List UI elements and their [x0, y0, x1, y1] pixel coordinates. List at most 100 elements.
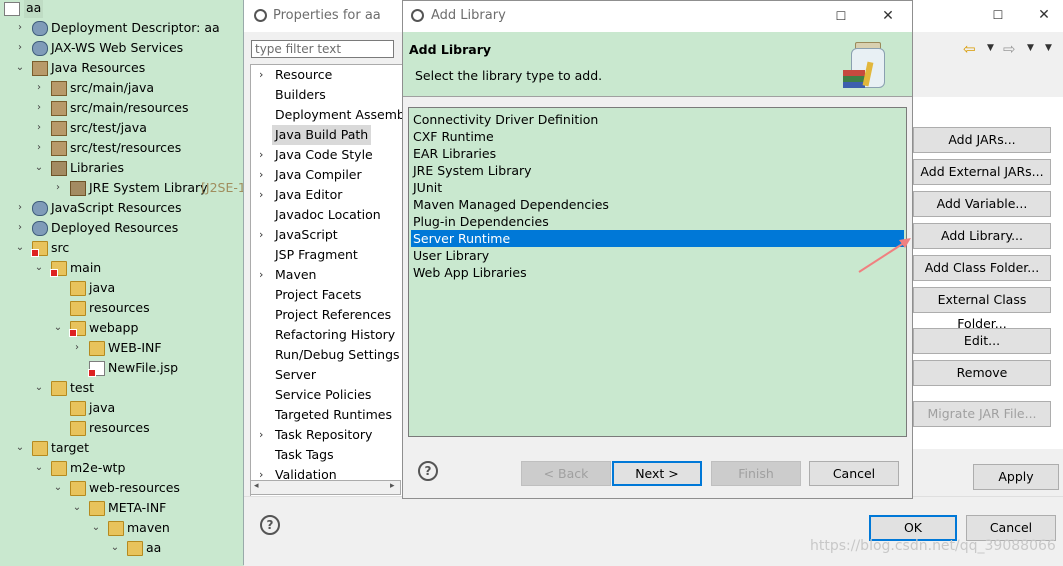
tree-item-label: java — [89, 280, 116, 295]
collapsed-chevron-icon[interactable]: › — [259, 65, 263, 85]
property-page-item[interactable]: Javadoc Location — [251, 205, 402, 225]
library-type-item[interactable]: JUnit — [411, 179, 904, 196]
library-type-item[interactable]: Maven Managed Dependencies — [411, 196, 904, 213]
folder-icon — [69, 321, 86, 337]
collapsed-chevron-icon[interactable]: › — [259, 265, 263, 285]
expanded-chevron-icon[interactable]: ⌄ — [90, 518, 102, 538]
forward-menu-icon[interactable]: ▼ — [1027, 43, 1034, 53]
collapsed-chevron-icon[interactable]: › — [33, 98, 45, 118]
collapsed-chevron-icon[interactable]: › — [14, 38, 26, 58]
expanded-chevron-icon[interactable]: ⌄ — [14, 58, 26, 78]
back-menu-icon[interactable]: ▼ — [987, 43, 994, 53]
expanded-chevron-icon[interactable]: ⌄ — [33, 258, 45, 278]
scroll-right-icon[interactable]: ▸ — [390, 481, 395, 491]
forward-arrow-icon[interactable]: ⇨ — [1003, 40, 1016, 58]
add-library-button[interactable]: Add Library... — [913, 223, 1051, 249]
property-page-item[interactable]: Run/Debug Settings — [251, 345, 402, 365]
property-page-item[interactable]: › Java Code Style — [251, 145, 402, 165]
property-page-item[interactable]: Project Facets — [251, 285, 402, 305]
property-page-item[interactable]: JSP Fragment — [251, 245, 402, 265]
property-page-item[interactable]: › Java Compiler — [251, 165, 402, 185]
collapsed-chevron-icon[interactable]: › — [259, 165, 263, 185]
expanded-chevron-icon[interactable]: ⌄ — [52, 478, 64, 498]
scroll-left-icon[interactable]: ◂ — [254, 481, 259, 491]
property-page-item[interactable]: Server — [251, 365, 402, 385]
expanded-chevron-icon[interactable]: ⌄ — [109, 538, 121, 558]
external-class-folder-button[interactable]: External Class Folder... — [913, 287, 1051, 331]
folder-icon — [70, 481, 86, 496]
library-type-item[interactable]: Connectivity Driver Definition — [411, 111, 904, 128]
collapsed-chevron-icon[interactable]: › — [14, 198, 26, 218]
expanded-chevron-icon[interactable]: ⌄ — [14, 438, 26, 458]
property-page-item[interactable]: › Java Editor — [251, 185, 402, 205]
expanded-chevron-icon[interactable]: ⌄ — [52, 318, 64, 338]
finish-button[interactable]: Finish — [711, 461, 801, 486]
apply-button[interactable]: Apply — [973, 464, 1059, 490]
property-page-item[interactable]: Builders — [251, 85, 402, 105]
cancel-button[interactable]: Cancel — [809, 461, 899, 486]
tree-item-label: JavaScript Resources — [51, 200, 182, 215]
collapsed-chevron-icon[interactable]: › — [14, 218, 26, 238]
collapsed-chevron-icon[interactable]: › — [71, 338, 83, 358]
collapsed-chevron-icon[interactable]: › — [259, 185, 263, 205]
maximize-icon[interactable]: ☐ — [831, 6, 851, 26]
collapsed-chevron-icon[interactable]: › — [52, 178, 64, 198]
collapsed-chevron-icon[interactable]: › — [33, 118, 45, 138]
expanded-chevron-icon[interactable]: ⌄ — [14, 238, 26, 258]
property-page-item[interactable]: Project References — [251, 305, 402, 325]
filter-input[interactable]: type filter text — [251, 40, 394, 58]
help-icon[interactable]: ? — [260, 515, 280, 535]
horizontal-scrollbar[interactable]: ◂ ▸ — [250, 480, 401, 495]
collapsed-chevron-icon[interactable]: › — [33, 138, 45, 158]
folder-icon — [89, 501, 105, 516]
property-page-item[interactable]: › JavaScript — [251, 225, 402, 245]
expanded-chevron-icon[interactable]: ⌄ — [33, 378, 45, 398]
property-page-label: Project References — [275, 307, 392, 322]
property-page-item[interactable]: Deployment Assembly — [251, 105, 402, 125]
collapsed-chevron-icon[interactable]: › — [259, 145, 263, 165]
expanded-chevron-icon[interactable]: ⌄ — [33, 458, 45, 478]
property-page-item[interactable]: › Task Repository — [251, 425, 402, 445]
dialog-titlebar: Add Library ☐ ✕ — [403, 1, 912, 32]
library-type-item[interactable]: Server Runtime — [411, 230, 904, 247]
property-page-item[interactable]: › Maven — [251, 265, 402, 285]
library-type-item[interactable]: Web App Libraries — [411, 264, 904, 281]
maximize-icon[interactable]: ☐ — [988, 5, 1008, 25]
collapsed-chevron-icon[interactable]: › — [33, 78, 45, 98]
library-type-item[interactable]: User Library — [411, 247, 904, 264]
help-icon[interactable]: ? — [418, 461, 438, 481]
add-external-jars-button[interactable]: Add External JARs... — [913, 159, 1051, 185]
migrate-jar-button[interactable]: Migrate JAR File... — [913, 401, 1051, 427]
property-page-label: Java Editor — [275, 187, 343, 202]
dialog-header: Add Library Select the library type to a… — [403, 32, 912, 97]
close-icon[interactable]: ✕ — [1034, 5, 1054, 25]
library-type-item[interactable]: Plug-in Dependencies — [411, 213, 904, 230]
add-variable-button[interactable]: Add Variable... — [913, 191, 1051, 217]
property-page-item[interactable]: Task Tags — [251, 445, 402, 465]
expanded-chevron-icon[interactable]: ⌄ — [71, 498, 83, 518]
remove-button[interactable]: Remove — [913, 360, 1051, 386]
next-button[interactable]: Next > — [612, 461, 702, 486]
collapsed-chevron-icon[interactable]: › — [259, 425, 263, 445]
close-icon[interactable]: ✕ — [878, 6, 898, 26]
property-page-item[interactable]: Java Build Path — [251, 125, 402, 145]
gear-icon — [32, 221, 48, 236]
expanded-chevron-icon[interactable]: ⌄ — [33, 158, 45, 178]
property-page-item[interactable]: › Resource — [251, 65, 402, 85]
view-menu-icon[interactable]: ▼ — [1045, 43, 1052, 53]
property-page-item[interactable]: Refactoring History — [251, 325, 402, 345]
collapsed-chevron-icon[interactable]: › — [14, 18, 26, 38]
library-type-item[interactable]: CXF Runtime — [411, 128, 904, 145]
collapsed-chevron-icon[interactable]: › — [259, 225, 263, 245]
add-class-folder-button[interactable]: Add Class Folder... — [913, 255, 1051, 281]
pkg-icon — [51, 121, 67, 136]
property-page-item[interactable]: Service Policies — [251, 385, 402, 405]
back-button[interactable]: < Back — [521, 461, 611, 486]
edit-button[interactable]: Edit... — [913, 328, 1051, 354]
property-page-item[interactable]: Targeted Runtimes — [251, 405, 402, 425]
back-arrow-icon[interactable]: ⇦ — [963, 40, 976, 58]
property-page-label: Builders — [275, 87, 326, 102]
add-jars-button[interactable]: Add JARs... — [913, 127, 1051, 153]
library-type-item[interactable]: JRE System Library — [411, 162, 904, 179]
library-type-item[interactable]: EAR Libraries — [411, 145, 904, 162]
